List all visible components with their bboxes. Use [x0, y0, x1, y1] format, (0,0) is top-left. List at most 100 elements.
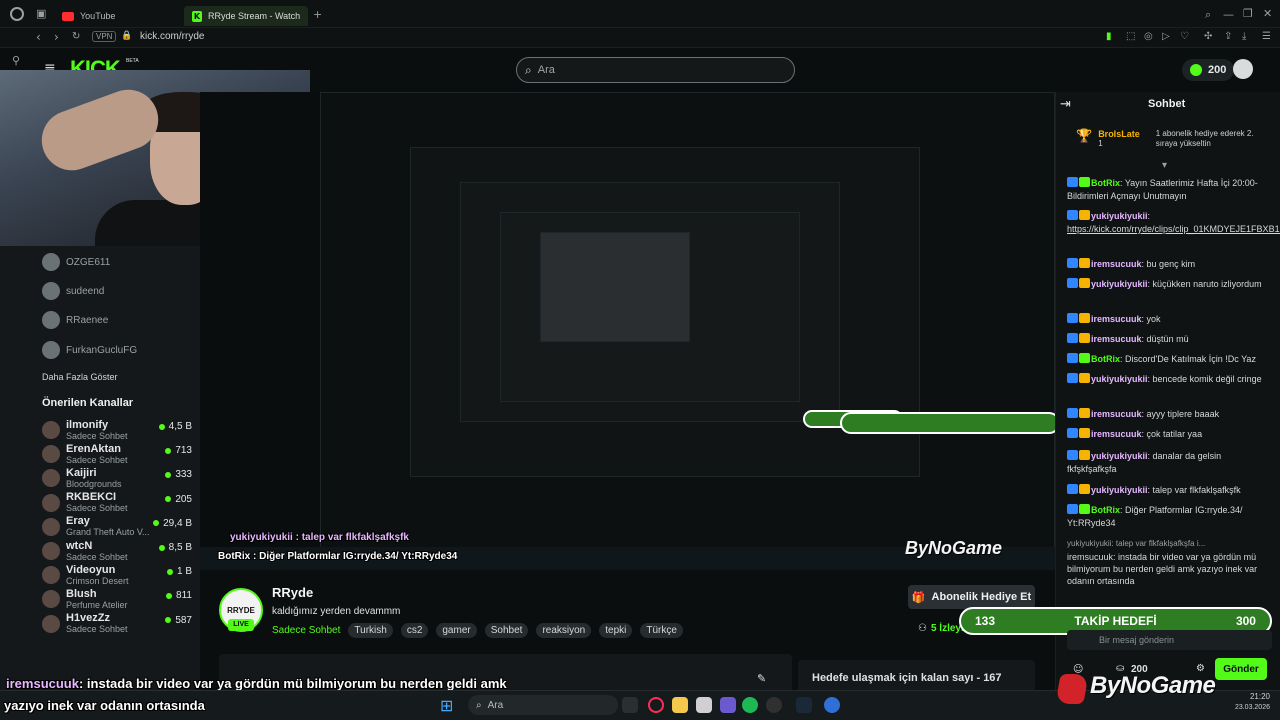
search-input[interactable]: ⌕ Ara — [516, 57, 795, 83]
reload-icon[interactable]: ↻ — [72, 31, 80, 42]
chat-username[interactable]: iremsucuuk — [1091, 334, 1142, 344]
chat-username[interactable]: yukiyukiyukii — [1091, 485, 1148, 495]
tag[interactable]: gamer — [436, 623, 477, 638]
tag[interactable]: Turkish — [348, 623, 393, 638]
chat-message[interactable]: yukiyukiyukii: talep var flkfaklşafkşfk — [1067, 484, 1267, 497]
download-icon[interactable]: ⤓ — [1242, 31, 1246, 42]
forward-icon[interactable]: › — [54, 30, 59, 44]
followed-channel[interactable]: OZGE611 — [42, 251, 192, 273]
chat-username[interactable]: BotRix — [1091, 178, 1120, 188]
edit-pencil-icon[interactable]: ✎ — [757, 672, 766, 685]
recommended-channel[interactable]: Eray Grand Theft Auto V... 29,4 B — [42, 515, 192, 539]
chat-username[interactable]: BotRix — [1091, 505, 1120, 515]
camera-icon[interactable]: ◎ — [1144, 31, 1153, 42]
player-icon[interactable]: ▷ — [1162, 31, 1170, 42]
send-button[interactable]: Gönder — [1215, 658, 1267, 680]
recommended-channel[interactable]: Videoyun Crimson Desert 1 B — [42, 563, 192, 587]
show-more-link[interactable]: Daha Fazla Göster — [42, 372, 118, 382]
maximize-icon[interactable]: ❐ — [1243, 7, 1253, 20]
search-icon[interactable]: ⌕ — [1205, 8, 1211, 22]
chevron-down-icon[interactable]: ▾ — [1162, 160, 1167, 171]
chat-message[interactable]: yukiyukiyukii: https://kick.com/rryde/cl… — [1067, 210, 1280, 236]
extensions-icon[interactable]: ✣ — [1204, 31, 1212, 42]
chat-message[interactable]: BotRix: Discord'De Katılmak İçin !Dc Yaz — [1067, 353, 1267, 366]
chat-username[interactable]: BotRix — [1091, 354, 1120, 364]
file-explorer-icon[interactable] — [672, 697, 688, 713]
back-icon[interactable]: ‹ — [36, 30, 41, 44]
channel-category: Sadece Sohbet — [66, 454, 128, 465]
search-icon: ⌕ — [525, 62, 532, 77]
snapshot-icon[interactable]: ⬚ — [1126, 31, 1135, 42]
chat-input[interactable]: Bir mesaj gönderin — [1067, 630, 1272, 650]
chat-message[interactable]: iremsucuuk: düştün mü — [1067, 333, 1267, 346]
recommended-channel[interactable]: Blush Perfume Atelier 811 — [42, 587, 192, 611]
new-tab-icon[interactable]: + — [313, 8, 322, 21]
opera-gx-icon[interactable] — [648, 697, 664, 713]
notepad-icon[interactable] — [696, 697, 712, 713]
followed-channel[interactable]: sudeend — [42, 280, 192, 302]
pinned-gifter[interactable]: 🏆 BroIsLate 1 1 abonelik hediye ederek 2… — [1076, 129, 1256, 149]
chat-username[interactable]: yukiyukiyukii — [1091, 451, 1148, 461]
chat-message[interactable]: yukiyukiyukii: danalar da gelsin fkfşkfş… — [1067, 450, 1267, 476]
opera-logo-icon[interactable] — [10, 7, 24, 21]
tag[interactable]: Türkçe — [640, 623, 683, 638]
spotify-icon[interactable] — [742, 697, 758, 713]
coin-balance[interactable]: 200 — [1182, 59, 1235, 81]
chat-username[interactable]: yukiyukiyukii — [1091, 211, 1148, 221]
chat-message[interactable]: iremsucuuk: çok tatilar yaa — [1067, 428, 1267, 441]
chat-message[interactable]: yukiyukiyukii: küçükken naruto izliyordu… — [1067, 278, 1267, 291]
tag[interactable]: reaksiyon — [536, 623, 592, 638]
tab-overview-icon[interactable]: ▣ — [36, 7, 46, 20]
tag[interactable]: Sohbet — [484, 623, 529, 638]
chat-message[interactable]: iremsucuuk: bu genç kim — [1067, 258, 1267, 271]
tab-youtube[interactable]: YouTube — [54, 6, 123, 26]
chat-text: düştün mü — [1146, 334, 1189, 344]
extension-icon[interactable]: ▮ — [1106, 31, 1112, 42]
chat-username[interactable]: iremsucuuk — [1091, 409, 1142, 419]
close-icon[interactable]: ✕ — [1263, 7, 1272, 20]
recommended-channel[interactable]: H1vezZz Sadece Sohbet 587 — [42, 612, 192, 636]
channel-name[interactable]: RRyde — [272, 585, 313, 600]
tag[interactable]: tepki — [599, 623, 633, 638]
collapse-chat-icon[interactable]: ⇥ — [1060, 97, 1071, 112]
vpn-badge[interactable]: VPN — [92, 31, 117, 42]
obs-icon[interactable] — [766, 697, 782, 713]
task-view-icon[interactable] — [622, 697, 638, 713]
chat-username[interactable]: iremsucuuk — [1091, 314, 1142, 324]
windows-start-icon[interactable]: ⊞ — [440, 696, 453, 715]
minimize-icon[interactable]: — — [1223, 8, 1234, 21]
recommended-channel[interactable]: ErenAktan Sadece Sohbet 713 — [42, 442, 192, 466]
steam-icon[interactable] — [796, 697, 812, 713]
recommended-channel[interactable]: wtcN Sadece Sohbet 8,5 B — [42, 539, 192, 563]
chat-text[interactable]: https://kick.com/rryde/clips/clip_01KMDY… — [1067, 224, 1280, 234]
chat-username[interactable]: yukiyukiyukii — [1091, 279, 1148, 289]
video-player[interactable]: BotRix : Diğer Platformlar IG:rryde.34/ … — [200, 92, 1055, 570]
chat-message[interactable]: BotRix: Diğer Platformlar IG:rryde.34/ Y… — [1067, 504, 1267, 530]
chat-username[interactable]: iremsucuuk — [1091, 429, 1142, 439]
chat-message[interactable]: iremsucuuk: yok — [1067, 313, 1267, 326]
chat-message[interactable]: BotRix: Yayın Saatlerimiz Hafta İçi 20:0… — [1067, 177, 1267, 203]
category-link[interactable]: Sadece Sohbet — [272, 625, 340, 636]
chat-username[interactable]: yukiyukiyukii — [1091, 374, 1148, 384]
recommended-channel[interactable]: RKBEKCI Sadece Sohbet 205 — [42, 491, 192, 515]
avatar — [42, 566, 60, 585]
browser-icon[interactable] — [824, 697, 840, 713]
tag[interactable]: cs2 — [400, 623, 429, 638]
recommended-channel[interactable]: ilmonify Sadece Sohbet 4,5 B — [42, 418, 192, 442]
tab-kick[interactable]: K RRyde Stream - Watch Li — [184, 6, 308, 26]
menu-icon[interactable]: ☰ — [1262, 31, 1271, 42]
share-icon[interactable]: ⇪ — [1224, 31, 1232, 42]
chat-username[interactable]: iremsucuuk — [1091, 259, 1142, 269]
recommended-channel[interactable]: Kaijiri Bloodgrounds 333 — [42, 466, 192, 490]
followed-channel[interactable]: RRaenee — [42, 309, 192, 331]
gift-subscription-button[interactable]: 🎁 Abonelik Hediye Et — [908, 585, 1035, 609]
taskbar-search[interactable]: ⌕ Ara — [468, 695, 618, 715]
pin-icon[interactable]: ⚲ — [12, 54, 20, 67]
followed-channel[interactable]: FurkanGucluFG — [42, 339, 192, 361]
chat-message[interactable]: yukiyukiyukii: bencede komik değil cring… — [1067, 373, 1267, 386]
heart-icon[interactable]: ♡ — [1180, 31, 1189, 42]
user-avatar[interactable] — [1233, 59, 1253, 79]
url-field[interactable]: kick.com/rryde — [140, 31, 204, 42]
chat-message[interactable]: iremsucuuk: ayyy tiplere baaak — [1067, 408, 1267, 421]
app-icon[interactable] — [720, 697, 736, 713]
